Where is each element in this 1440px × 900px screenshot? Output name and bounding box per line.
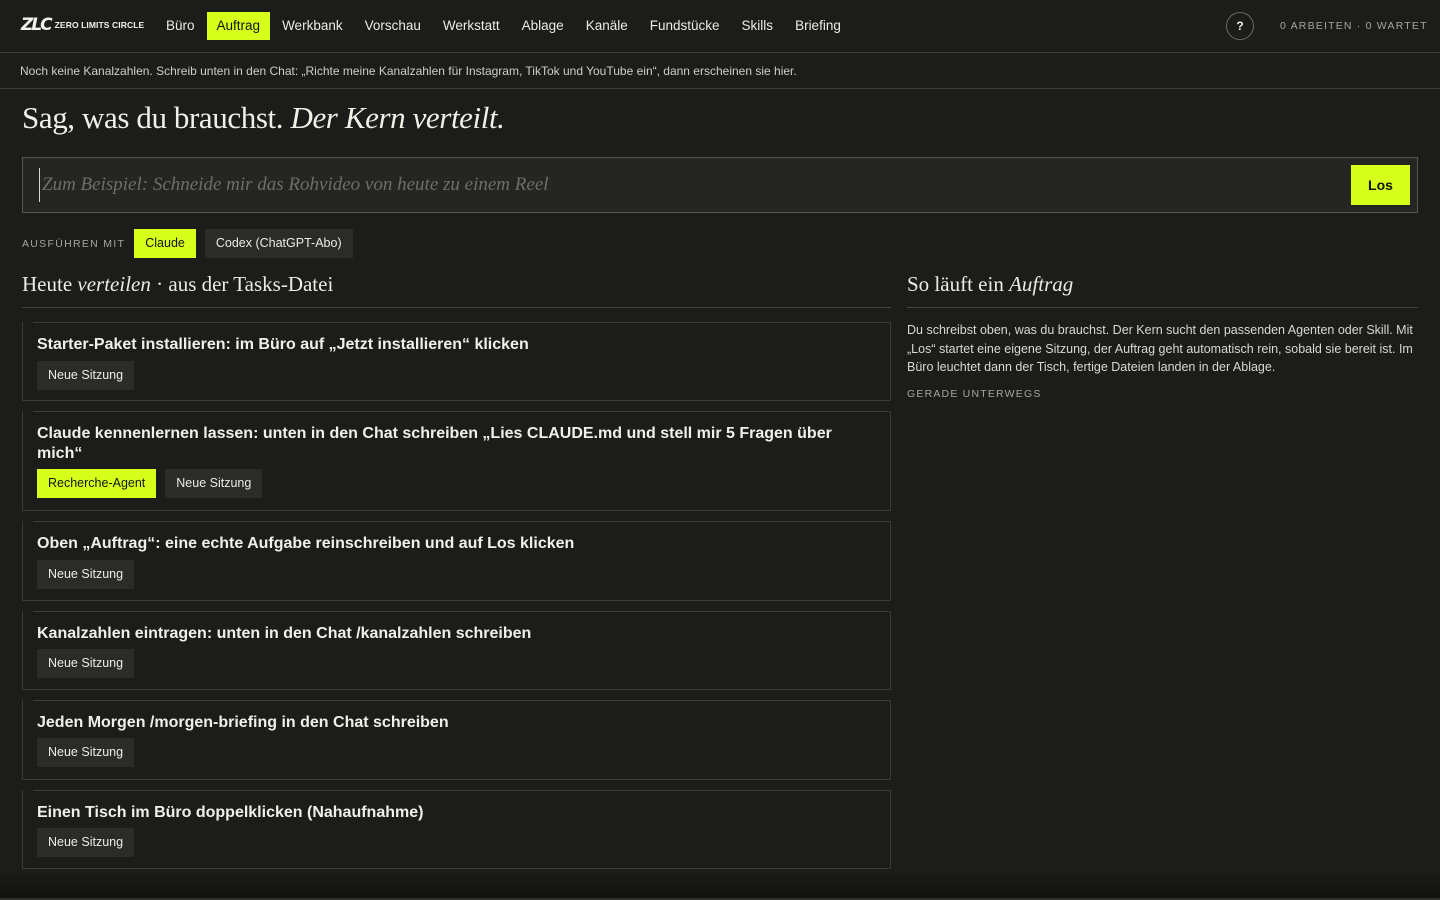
work-status: 0 ARBEITEN · 0 WARTET (1280, 20, 1428, 32)
task-card-border (33, 411, 890, 412)
task-title: Claude kennenlernen lassen: unten in den… (37, 425, 832, 462)
page-title-plain: Sag, was du brauchst. (22, 100, 284, 135)
howto-heading: So läuft ein Auftrag (907, 272, 1073, 297)
nav-item-buero[interactable]: Büro (156, 12, 205, 40)
task-title: Kanalzahlen eintragen: unten in den Chat… (37, 625, 532, 642)
go-button[interactable]: Los (1351, 165, 1410, 205)
page-title-italic: Der Kern verteilt. (290, 100, 505, 135)
task-actions: Neue Sitzung (37, 361, 143, 390)
today-divider (22, 307, 891, 308)
help-button[interactable]: ? (1226, 12, 1254, 40)
new-session-button[interactable]: Neue Sitzung (37, 828, 135, 857)
agent-button[interactable]: Recherche-Agent (37, 469, 157, 498)
nav-item-vorschau[interactable]: Vorschau (355, 12, 431, 40)
howto-heading-pre: So läuft ein (907, 272, 1004, 296)
task-card-border (33, 700, 890, 701)
new-session-button[interactable]: Neue Sitzung (37, 738, 135, 767)
task-card: Oben „Auftrag“: eine echte Aufgabe reins… (22, 521, 891, 601)
nav-item-skills[interactable]: Skills (732, 12, 784, 40)
underway-label: GERADE UNTERWEGS (907, 388, 1042, 400)
today-heading: Heute verteilen · aus der Tasks-Datei (22, 272, 333, 297)
task-card-border (33, 790, 890, 791)
today-heading-italic: verteilen (77, 272, 151, 296)
howto-text: Du schreibst oben, was du brauchst. Der … (907, 323, 1413, 375)
brand-logo[interactable]: ZLC ZERO LIMITS CIRCLE (21, 15, 144, 35)
task-title: Starter-Paket installieren: im Büro auf … (37, 336, 529, 353)
nav-item-auftrag[interactable]: Auftrag (206, 12, 271, 40)
task-input[interactable] (39, 168, 1339, 202)
nav-item-werkbank[interactable]: Werkbank (272, 12, 353, 40)
task-card-border (33, 322, 890, 323)
howto-heading-italic: Auftrag (1009, 272, 1074, 296)
task-card-border (33, 521, 890, 522)
channel-info-bar: Noch keine Kanalzahlen. Schreib unten in… (0, 53, 1440, 89)
top-nav: ZLC ZERO LIMITS CIRCLE Büro Auftrag Werk… (0, 0, 1440, 53)
new-session-button[interactable]: Neue Sitzung (37, 649, 135, 678)
task-prompt: Los (22, 157, 1418, 213)
page-title: Sag, was du brauchst. Der Kern verteilt. (22, 100, 505, 136)
today-heading-post: · aus der Tasks-Datei (156, 272, 334, 296)
task-card-border (33, 611, 890, 612)
task-actions: Neue Sitzung (37, 738, 143, 767)
task-title: Einen Tisch im Büro doppelklicken (Nahau… (37, 804, 424, 821)
task-actions: Neue Sitzung (37, 560, 143, 589)
nav-item-briefing[interactable]: Briefing (785, 12, 851, 40)
task-card: Kanalzahlen eintragen: unten in den Chat… (22, 611, 891, 690)
new-session-button[interactable]: Neue Sitzung (37, 361, 135, 390)
run-with-selector: AUSFÜHREN MIT Claude Codex (ChatGPT-Abo) (22, 229, 362, 258)
task-actions: Recherche-Agent Neue Sitzung (37, 469, 271, 498)
new-session-button[interactable]: Neue Sitzung (165, 469, 263, 498)
task-card: Einen Tisch im Büro doppelklicken (Nahau… (22, 790, 891, 869)
nav-item-fundstuecke[interactable]: Fundstücke (640, 12, 730, 40)
task-actions: Neue Sitzung (37, 649, 143, 678)
task-title: Jeden Morgen /morgen-briefing in den Cha… (37, 714, 449, 731)
today-heading-pre: Heute (22, 272, 73, 296)
nav-item-ablage[interactable]: Ablage (512, 12, 574, 40)
nav-menu: Büro Auftrag Werkbank Vorschau Werkstatt… (156, 12, 853, 40)
howto-divider (907, 307, 1418, 308)
task-card: Starter-Paket installieren: im Büro auf … (22, 322, 891, 401)
task-actions: Neue Sitzung (37, 828, 143, 857)
brand-mark: ZLC (21, 15, 53, 35)
task-card: Claude kennenlernen lassen: unten in den… (22, 411, 891, 511)
run-with-claude[interactable]: Claude (134, 229, 196, 258)
nav-item-werkstatt[interactable]: Werkstatt (433, 12, 510, 40)
task-card: Jeden Morgen /morgen-briefing in den Cha… (22, 700, 891, 780)
bottom-edge (0, 870, 1440, 900)
task-title: Oben „Auftrag“: eine echte Aufgabe reins… (37, 535, 575, 552)
run-with-codex[interactable]: Codex (ChatGPT-Abo) (204, 229, 353, 258)
new-session-button[interactable]: Neue Sitzung (37, 560, 135, 589)
brand-name: ZERO LIMITS CIRCLE (54, 20, 145, 30)
nav-item-kanaele[interactable]: Kanäle (576, 12, 638, 40)
run-with-label: AUSFÜHREN MIT (22, 237, 126, 250)
